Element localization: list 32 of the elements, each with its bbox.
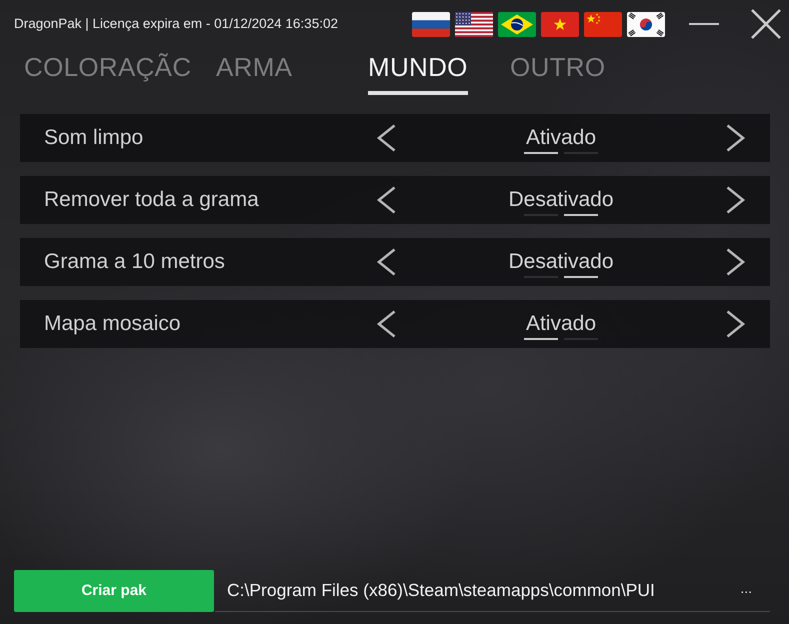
setting-value: Ativado <box>526 126 596 150</box>
setting-label: Som limpo <box>43 125 144 152</box>
minimize-icon[interactable] <box>689 22 719 26</box>
chevron-left-icon[interactable] <box>376 124 396 152</box>
usa-flag-icon[interactable] <box>455 12 493 36</box>
path-field[interactable]: C:\Program Files (x86)\Steam\steamapps\common\PUI <box>215 577 730 604</box>
chevron-left-icon[interactable] <box>376 248 396 276</box>
chevron-right-icon[interactable] <box>726 248 746 276</box>
tab[interactable]: ARMA <box>216 53 292 95</box>
window-title: DragonPak | Licença expira em - 01/12/2024 16:35:02 <box>14 14 338 33</box>
russia-flag-icon[interactable] <box>412 12 450 36</box>
chevron-left-icon[interactable] <box>376 186 396 214</box>
setting-value: Desativado <box>508 188 614 212</box>
setting-value: Ativado <box>526 312 596 336</box>
tab[interactable]: MUNDO <box>368 53 468 95</box>
setting-label: Grama a 10 metros <box>43 249 226 276</box>
browse-button[interactable]: ... <box>730 580 770 600</box>
create-pak-button[interactable]: Criar pak <box>14 570 214 612</box>
close-icon[interactable] <box>751 9 781 39</box>
setting-value: Desativado <box>508 250 614 274</box>
china-flag-icon[interactable] <box>584 12 622 36</box>
vietnam-flag-icon[interactable] <box>541 12 579 36</box>
tab[interactable]: COLORAÇÃC <box>24 53 192 95</box>
chevron-right-icon[interactable] <box>726 186 746 214</box>
setting-label: Mapa mosaico <box>43 311 182 338</box>
tab[interactable]: OUTRO <box>510 53 606 95</box>
brazil-flag-icon[interactable] <box>498 12 536 36</box>
chevron-left-icon[interactable] <box>376 310 396 338</box>
chevron-right-icon[interactable] <box>726 310 746 338</box>
south-korea-flag-icon[interactable] <box>627 12 665 36</box>
chevron-right-icon[interactable] <box>726 124 746 152</box>
setting-label: Remover toda a grama <box>43 187 260 214</box>
